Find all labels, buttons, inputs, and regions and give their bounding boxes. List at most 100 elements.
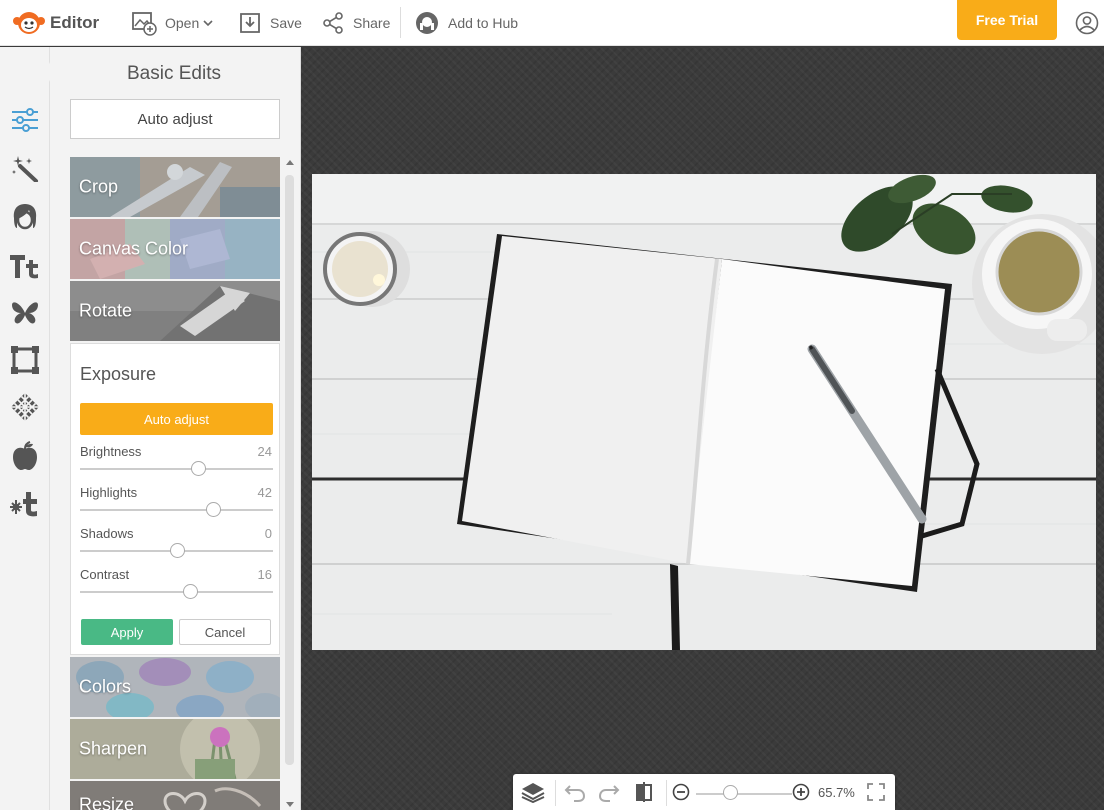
undo-button[interactable] [561,774,589,810]
shadows-label: Shadows [80,526,134,541]
share-button[interactable]: Share [321,0,390,46]
tile-resize[interactable]: Resize [70,781,280,810]
shadows-slider[interactable] [80,543,273,558]
bottom-divider [666,780,667,806]
hub-icon [416,12,438,34]
tile-canvas-color[interactable]: Canvas Color [70,219,280,279]
edit-panel: Basic Edits Auto adjust Crop Canvas Colo… [50,47,301,810]
undo-icon [564,785,586,802]
panel-scrollbar[interactable] [285,175,294,765]
share-icon [323,12,343,34]
effects-tool[interactable] [9,152,41,184]
photo-image [312,174,1096,650]
add-to-hub-button[interactable]: Add to Hub [414,0,518,46]
tile-resize-label: Resize [79,794,135,810]
bottom-toolbar: 65.7% [513,774,895,810]
fullscreen-icon [867,783,885,801]
themes-tool[interactable] [9,440,41,472]
hub-label: Add to Hub [448,15,519,31]
layers-icon [521,783,545,803]
zoom-out-icon [672,783,690,801]
scroll-down-arrow[interactable] [286,802,294,807]
auto-adjust-button[interactable]: Auto adjust [70,99,280,139]
highlights-label: Highlights [80,485,138,500]
scroll-up-arrow[interactable] [286,160,294,165]
user-account-icon[interactable] [1075,11,1099,35]
contrast-value: 16 [257,567,272,582]
exposure-card: Exposure Auto adjust Brightness 24 Highl… [70,343,280,655]
fullscreen-button[interactable] [865,774,887,810]
app-title: Editor [50,13,100,32]
cancel-button[interactable]: Cancel [179,619,271,645]
save-button[interactable]: Save [238,0,302,46]
tool-rail [0,47,50,810]
contrast-slider[interactable] [80,584,273,599]
tile-canvas-color-label: Canvas Color [79,238,189,259]
chevron-down-icon [203,20,213,27]
basic-edits-tool[interactable] [9,104,41,136]
zoom-level: 65.7% [818,784,855,800]
redo-button[interactable] [595,774,623,810]
toolbar-divider [400,7,401,38]
tile-crop[interactable]: Crop [70,157,280,217]
monkey-logo-icon [13,12,45,34]
contrast-slider-knob[interactable] [183,584,198,599]
logo[interactable]: Editor [12,9,99,37]
highlights-slider[interactable] [80,502,273,517]
touch-up-tool[interactable] [9,200,41,232]
redo-icon [598,785,620,802]
tile-sharpen[interactable]: Sharpen [70,719,280,779]
zoom-slider-knob[interactable] [723,785,739,800]
bottom-divider [555,780,556,806]
textures-tool[interactable] [9,391,41,423]
sliders-icon [12,108,38,132]
shadows-value: 0 [264,526,272,541]
open-label: Open [165,15,200,31]
tile-colors-label: Colors [79,676,132,697]
open-button[interactable]: Open [131,0,214,46]
exposure-title: Exposure [80,364,157,384]
zoom-in-icon [792,783,810,801]
shadows-slider-knob[interactable] [169,543,185,558]
brightness-slider[interactable] [80,461,273,476]
save-icon [240,13,260,33]
face-icon [13,204,37,230]
design-icon [10,492,37,517]
graphics-tool[interactable] [9,297,41,329]
tile-crop-label: Crop [79,176,119,197]
butterfly-icon [12,302,38,324]
zoom-slider[interactable] [696,793,792,795]
design-tool[interactable] [9,487,41,519]
text-icon [10,255,38,279]
apply-button[interactable]: Apply [81,619,173,645]
share-label: Share [353,15,391,31]
compare-button[interactable] [630,774,658,810]
texture-icon [11,393,39,421]
highlights-slider-knob[interactable] [206,502,222,517]
tile-rotate-label: Rotate [79,300,133,321]
apple-icon [13,441,37,470]
brightness-label: Brightness [80,444,142,459]
zoom-out-button[interactable] [671,774,691,810]
tile-rotate[interactable]: Rotate [70,281,280,341]
magic-wand-icon [12,156,38,182]
panel-title: Basic Edits [127,63,221,84]
tile-colors[interactable]: Colors [70,657,280,717]
compare-icon [636,782,652,802]
brightness-slider-knob[interactable] [190,461,206,476]
photo-canvas[interactable] [312,174,1096,650]
text-tool[interactable] [9,250,41,282]
top-bar: Editor Open Save Share Add to Hub Free T… [0,0,1104,46]
highlights-value: 42 [257,485,272,500]
save-label: Save [270,15,302,31]
brightness-value: 24 [257,444,272,459]
contrast-label: Contrast [80,567,130,582]
canvas-area[interactable] [301,47,1104,810]
zoom-in-button[interactable] [791,774,811,810]
image-add-icon [132,12,157,36]
layers-button[interactable] [519,774,547,810]
exposure-auto-adjust-button[interactable]: Auto adjust [80,403,273,435]
frames-tool[interactable] [9,344,41,376]
free-trial-button[interactable]: Free Trial [957,0,1057,40]
frame-icon [11,346,39,374]
